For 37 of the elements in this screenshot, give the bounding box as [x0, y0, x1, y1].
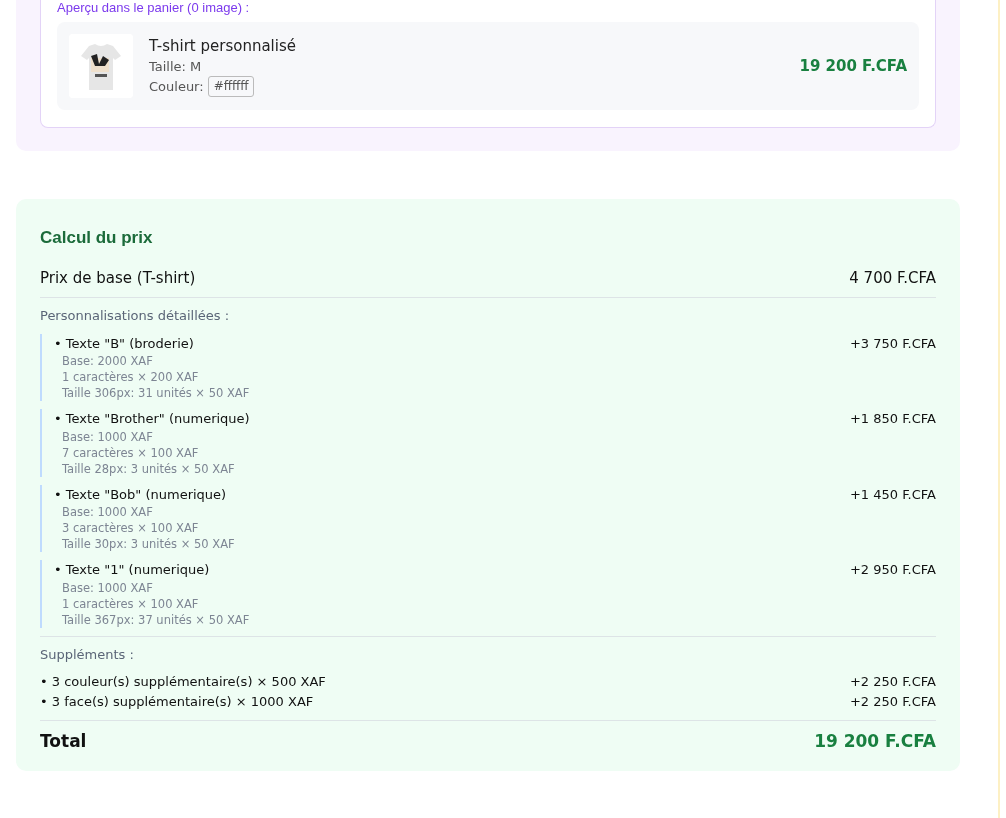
color-value: #ffffff: [207, 76, 255, 98]
base-price-amount: 4 700 F.CFA: [849, 267, 936, 289]
section-title: Calcul du prix: [40, 227, 154, 249]
customization-detail: Base: 1000 XAF: [61, 579, 154, 596]
total-label: Total: [40, 730, 87, 753]
section-title: Aperçu dans le panier (0 image) :: [57, 0, 251, 17]
customization-detail: Base: 1000 XAF: [61, 428, 154, 445]
customization-label: • Texte "Bob" (numerique): [54, 485, 227, 504]
customization-label: • Texte "Brother" (numerique): [54, 410, 250, 428]
supplement-label: • 3 face(s) supplémentaire(s) × 1000 XAF: [40, 693, 314, 711]
base-price-label: Prix de base (T-shirt): [40, 267, 196, 289]
customization-amount: +1 450 F.CFA: [849, 485, 936, 504]
size-text: Taille: M: [149, 58, 203, 77]
supplement-amount: +2 250 F.CFA: [849, 693, 936, 711]
customization-detail: Base: 2000 XAF: [61, 353, 154, 369]
customization-detail: Base: 1000 XAF: [61, 504, 154, 520]
supplement-amount: +2 250 F.CFA: [849, 673, 936, 691]
customization-detail: 3 caractères × 100 XAF: [61, 520, 200, 536]
customization-detail: 7 caractères × 100 XAF: [61, 444, 200, 461]
supplements-heading: Suppléments :: [40, 645, 135, 664]
product-name: T-shirt personnalisé: [149, 35, 297, 57]
item-price: 19 200 F.CFA: [799, 55, 907, 77]
color-label: Couleur:: [149, 78, 204, 97]
customizations-heading: Personnalisations détaillées :: [40, 307, 231, 325]
customization-amount: +2 950 F.CFA: [849, 561, 936, 579]
customization-amount: +1 850 F.CFA: [849, 410, 936, 428]
customization-detail: Taille 30px: 3 unités × 50 XAF: [61, 536, 236, 552]
supplement-label: • 3 couleur(s) supplémentaire(s) × 500 XAF: [40, 673, 326, 691]
total-amount: 19 200 F.CFA: [814, 730, 936, 753]
customization-amount: +3 750 F.CFA: [849, 334, 936, 353]
customization-detail: Taille 367px: 37 unités × 50 XAF: [61, 611, 251, 628]
customization-detail: 1 caractères × 100 XAF: [61, 595, 200, 612]
customization-detail: Taille 28px: 3 unités × 50 XAF: [61, 460, 236, 477]
customization-label: • Texte "B" (broderie): [54, 334, 194, 353]
customization-label: • Texte "1" (numerique): [54, 561, 210, 579]
customization-detail: Taille 306px: 31 unités × 50 XAF: [61, 385, 251, 401]
customization-detail: 1 caractères × 200 XAF: [61, 369, 200, 385]
